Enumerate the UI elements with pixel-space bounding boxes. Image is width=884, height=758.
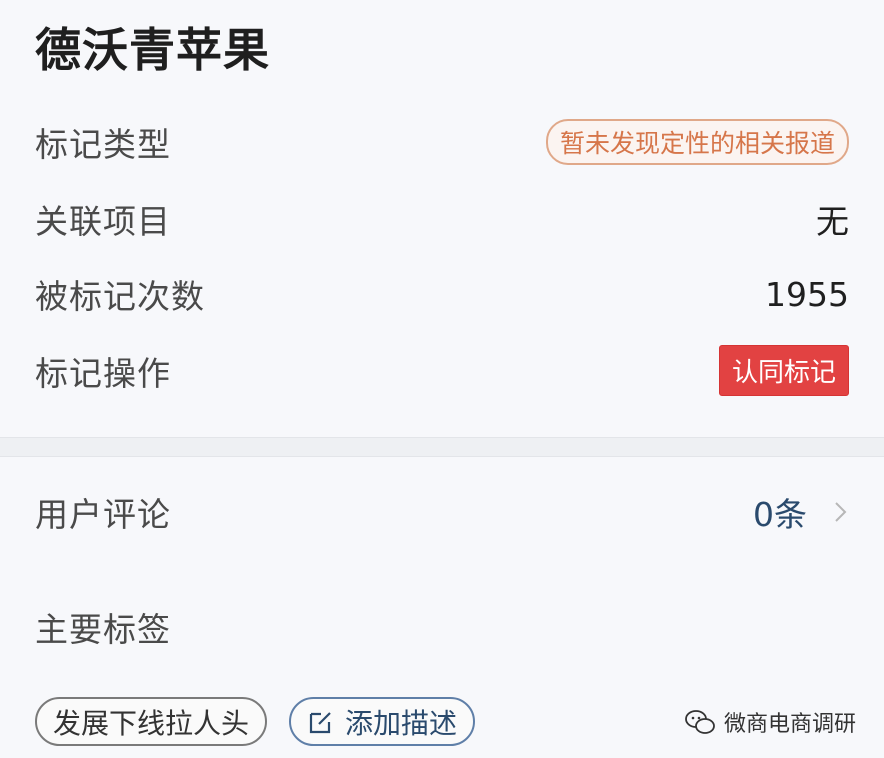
add-description-label: 添加描述: [345, 706, 458, 740]
mark-count-row: 被标记次数 1955: [35, 270, 849, 318]
mark-type-label: 标记类型: [35, 125, 171, 164]
mark-action-label: 标记操作: [35, 353, 171, 393]
section-divider: [0, 437, 884, 457]
edit-icon: [309, 711, 331, 733]
wechat-icon: [685, 710, 715, 734]
add-description-button[interactable]: 添加描述: [289, 697, 476, 746]
page-title: 德沃青苹果: [35, 23, 270, 77]
watermark-text: 微商电商调研: [723, 712, 856, 737]
mark-type-row: 标记类型 暂未发现定性的相关报道: [35, 118, 849, 166]
related-project-label: 关联项目: [35, 202, 171, 241]
mark-count-value: 1955: [765, 274, 849, 314]
user-comments-row[interactable]: 用户评论 0条: [35, 488, 849, 536]
chevron-right-icon: [835, 502, 847, 522]
related-project-row: 关联项目 无: [35, 195, 849, 243]
comment-count: 0条: [753, 495, 807, 534]
tag-chip[interactable]: 发展下线拉人头: [35, 697, 268, 746]
mark-type-badge: 暂未发现定性的相关报道: [545, 119, 849, 165]
mark-action-row: 标记操作 认同标记: [35, 345, 849, 396]
comment-count-group[interactable]: 0条: [753, 488, 849, 536]
watermark: 微商电商调研: [684, 706, 856, 738]
main-tags-label: 主要标签: [35, 610, 171, 649]
user-comments-label: 用户评论: [35, 495, 171, 534]
complaint-detail-page: 德沃青苹果 标记类型 暂未发现定性的相关报道 关联项目 无 被标记次数 1955…: [0, 0, 884, 758]
main-tags-row: 主要标签: [35, 603, 849, 651]
mark-count-label: 被标记次数: [35, 277, 205, 316]
related-project-value: 无: [816, 202, 849, 241]
tag-chip-list: 发展下线拉人头 添加描述: [35, 697, 476, 746]
agree-mark-button[interactable]: 认同标记: [718, 345, 849, 396]
